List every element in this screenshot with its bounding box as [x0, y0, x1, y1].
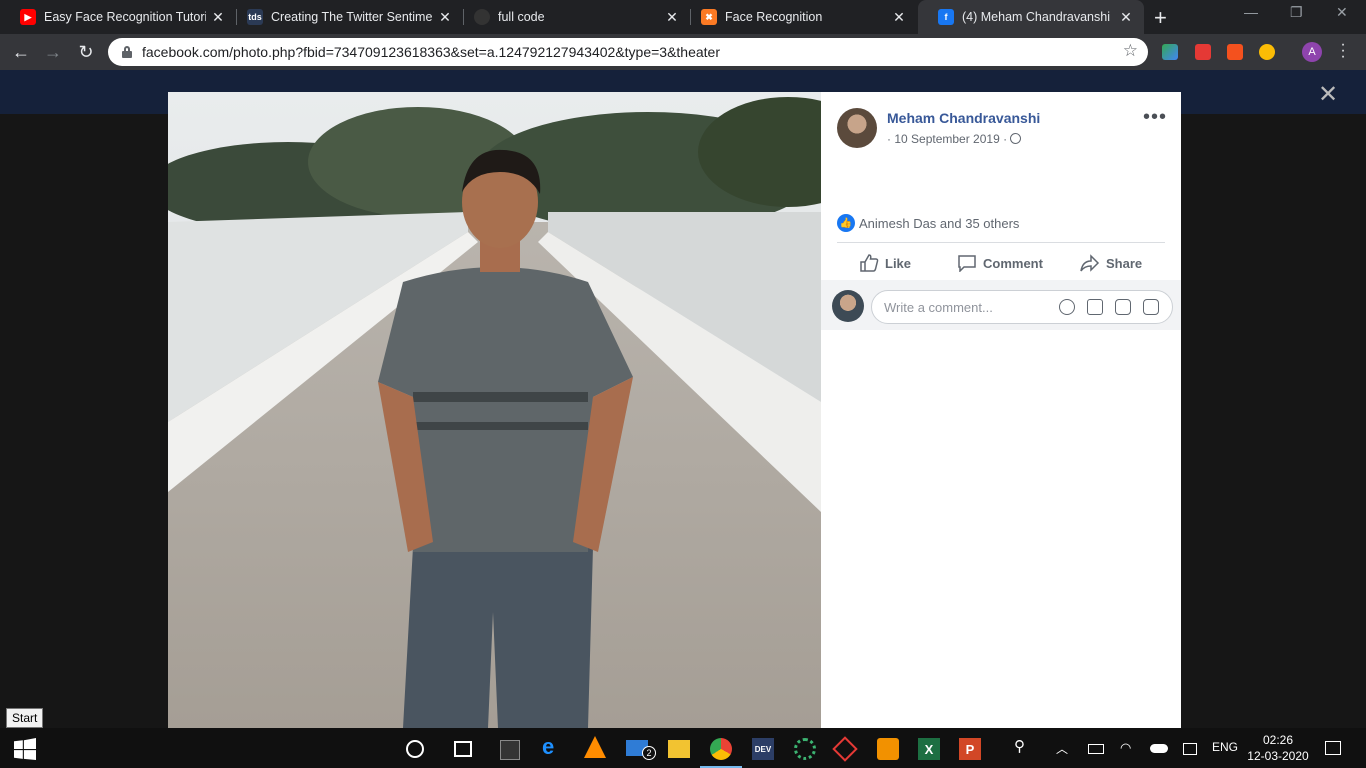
- extension-icon[interactable]: [1227, 44, 1243, 60]
- close-icon[interactable]: ✕: [437, 9, 453, 26]
- people-icon[interactable]: ⚲: [1014, 737, 1025, 755]
- web-icon[interactable]: [832, 736, 858, 762]
- more-options-icon[interactable]: •••: [1143, 106, 1167, 129]
- reactions-summary[interactable]: 👍 Animesh Das and 35 others: [837, 214, 1019, 232]
- youtube-icon: ▶: [20, 9, 36, 25]
- tab-tds[interactable]: tds Creating The Twitter Sentiment ✕: [227, 0, 463, 34]
- tab-xampp[interactable]: ✖ Face Recognition ✕: [681, 0, 917, 34]
- emoji-icon[interactable]: [1059, 299, 1075, 315]
- chrome-icon[interactable]: [710, 738, 732, 760]
- battery-icon[interactable]: [1088, 744, 1104, 754]
- window-close-icon[interactable]: ✕: [1336, 4, 1348, 21]
- globe-icon: [1010, 133, 1021, 144]
- clock-time: 02:26: [1262, 733, 1294, 747]
- comment-composer: Write a comment...: [821, 280, 1181, 330]
- close-icon[interactable]: ✕: [664, 9, 680, 26]
- reactions-text: Animesh Das and 35 others: [859, 215, 1020, 231]
- extension-icon[interactable]: [1162, 44, 1178, 60]
- excel-icon[interactable]: X: [918, 738, 940, 760]
- extension-icon[interactable]: [1195, 44, 1211, 60]
- sublime-icon[interactable]: [877, 738, 899, 760]
- clock-date: 12-03-2020: [1247, 749, 1309, 763]
- browser-toolbar: ← → ↻ facebook.com/photo.php?fbid=734709…: [0, 34, 1366, 70]
- reload-icon[interactable]: ↻: [73, 39, 99, 65]
- theater-close-icon[interactable]: ✕: [1318, 80, 1338, 109]
- action-center-icon[interactable]: [1325, 741, 1341, 755]
- tab-youtube[interactable]: ▶ Easy Face Recognition Tutorial ✕: [0, 0, 236, 34]
- address-bar[interactable]: facebook.com/photo.php?fbid=734709123618…: [108, 38, 1148, 66]
- thumbs-up-icon: [860, 254, 879, 272]
- menu-icon[interactable]: · · ·: [1338, 37, 1348, 65]
- onedrive-icon[interactable]: [1150, 744, 1168, 753]
- gif-icon[interactable]: [1115, 299, 1131, 315]
- devcpp-icon[interactable]: DEV: [752, 738, 774, 760]
- like-button[interactable]: Like: [859, 254, 911, 272]
- extension-icon[interactable]: [1259, 44, 1275, 60]
- comment-label: Comment: [983, 255, 1043, 271]
- mail-badge: 2: [642, 746, 656, 760]
- new-tab-button[interactable]: +: [1154, 5, 1167, 31]
- tab-facebook[interactable]: f (4) Meham Chandravanshi ✕: [918, 0, 1144, 34]
- lock-icon: [122, 46, 132, 58]
- system-clock[interactable]: 02:26 12-03-2020: [1246, 732, 1310, 764]
- like-label: Like: [885, 255, 912, 271]
- divider: [837, 242, 1165, 243]
- comment-icon: [958, 255, 976, 272]
- viewer-avatar: [832, 290, 864, 322]
- tab-label: Easy Face Recognition Tutorial: [44, 10, 206, 24]
- author-name[interactable]: Meham Chandravanshi: [887, 110, 1040, 126]
- like-reaction-icon: 👍: [837, 214, 855, 232]
- post-date[interactable]: · 10 September 2019 ·: [887, 132, 1007, 146]
- cortana-icon[interactable]: [406, 740, 424, 758]
- language-indicator[interactable]: ENG: [1212, 740, 1238, 754]
- profile-avatar[interactable]: A: [1302, 42, 1322, 62]
- restore-icon[interactable]: ❐: [1290, 4, 1303, 21]
- close-icon[interactable]: ✕: [1118, 9, 1134, 26]
- sticker-icon[interactable]: [1143, 299, 1159, 315]
- github-icon: [474, 9, 490, 25]
- start-tooltip: Start: [6, 708, 44, 728]
- tab-label: full code: [498, 10, 545, 24]
- post-info-panel: Meham Chandravanshi · 10 September 2019 …: [821, 92, 1181, 728]
- camera-icon[interactable]: [1087, 299, 1103, 315]
- close-icon[interactable]: ✕: [891, 9, 907, 26]
- bookmark-star-icon[interactable]: ☆: [1123, 41, 1138, 61]
- windows-taskbar: e 2 DEV X P ⚲ ︿ ◠ ENG 02:26 12-03-2020: [0, 728, 1366, 768]
- file-explorer-icon[interactable]: [668, 740, 690, 758]
- tab-github[interactable]: full code ✕: [454, 0, 690, 34]
- share-icon: [1080, 254, 1100, 272]
- store-icon[interactable]: [500, 740, 520, 760]
- close-icon[interactable]: ✕: [210, 9, 226, 26]
- task-view-icon[interactable]: [454, 741, 472, 757]
- share-button[interactable]: Share: [1080, 254, 1142, 272]
- forward-arrow-icon[interactable]: →: [40, 39, 66, 65]
- show-hidden-icons[interactable]: ︿: [1056, 740, 1068, 757]
- tab-label: (4) Meham Chandravanshi: [962, 10, 1110, 24]
- loader-icon[interactable]: [794, 738, 816, 760]
- browser-tab-strip: ▶ Easy Face Recognition Tutorial ✕ tds C…: [0, 0, 1366, 34]
- vlc-icon[interactable]: [584, 736, 606, 758]
- facebook-icon: f: [938, 9, 954, 25]
- back-arrow-icon[interactable]: ←: [8, 39, 34, 65]
- url-text: facebook.com/photo.php?fbid=734709123618…: [142, 44, 720, 60]
- comment-placeholder: Write a comment...: [884, 299, 993, 315]
- tab-label: Face Recognition: [725, 10, 823, 24]
- tds-icon: tds: [247, 9, 263, 25]
- windows-start-icon[interactable]: [14, 738, 36, 760]
- photo-image: [168, 92, 821, 728]
- share-label: Share: [1106, 255, 1143, 271]
- tab-label: Creating The Twitter Sentiment: [271, 10, 433, 24]
- comment-button[interactable]: Comment: [957, 254, 1043, 272]
- author-avatar[interactable]: [837, 108, 877, 148]
- post-photo[interactable]: [168, 92, 821, 728]
- xampp-icon: ✖: [701, 9, 717, 25]
- wifi-icon[interactable]: ◠: [1120, 740, 1131, 756]
- minimize-icon[interactable]: —: [1244, 4, 1258, 20]
- edge-icon[interactable]: e: [542, 734, 564, 759]
- powerpoint-icon[interactable]: P: [959, 738, 981, 760]
- volume-icon[interactable]: [1183, 743, 1197, 755]
